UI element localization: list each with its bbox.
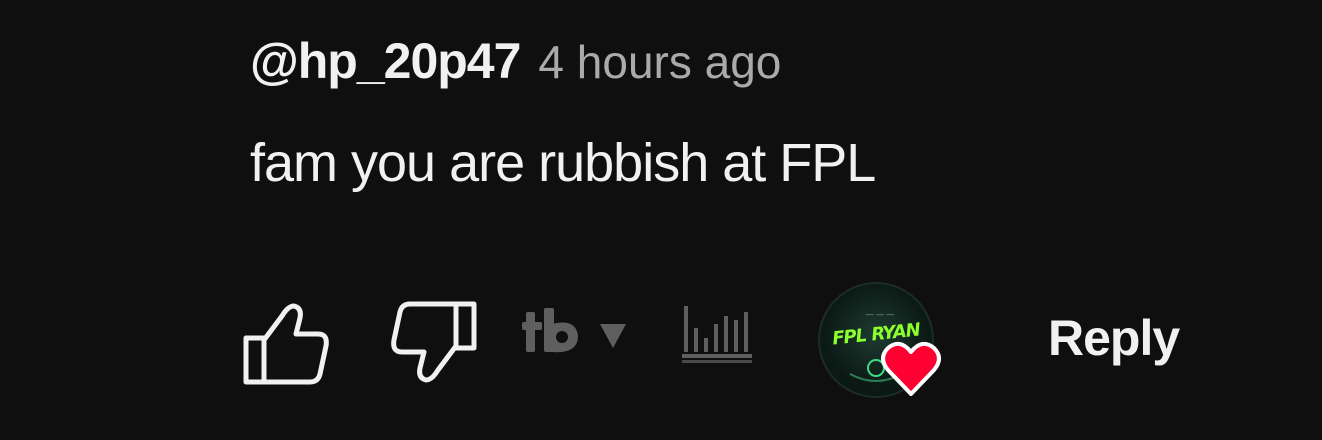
tubebuddy-icon [522,308,626,353]
thumbs-up-outline-icon [243,303,329,385]
creator-heart-badge[interactable]: — — — FPL RYAN [818,282,942,402]
comment-thread-item: @hp_20p47 4 hours ago fam you are rubbis… [243,28,1250,398]
bar-stats-icon [682,306,752,363]
comment-action-toolbar: — — — FPL RYAN Reply [243,278,1250,398]
comment-author[interactable]: @hp_20p47 [250,28,521,94]
dislike-button[interactable] [388,300,478,386]
thumbs-down-outline-icon [391,301,477,383]
like-button[interactable] [242,300,332,386]
comment-timestamp[interactable]: 4 hours ago [538,29,781,95]
comment-header: @hp_20p47 4 hours ago [250,28,1250,94]
creator-heart-icon [881,341,941,396]
reply-button[interactable]: Reply [1048,306,1180,370]
stats-button[interactable] [680,304,756,366]
tubebuddy-menu-button[interactable] [522,306,640,362]
comment-text: fam you are rubbish at FPL [250,133,876,193]
